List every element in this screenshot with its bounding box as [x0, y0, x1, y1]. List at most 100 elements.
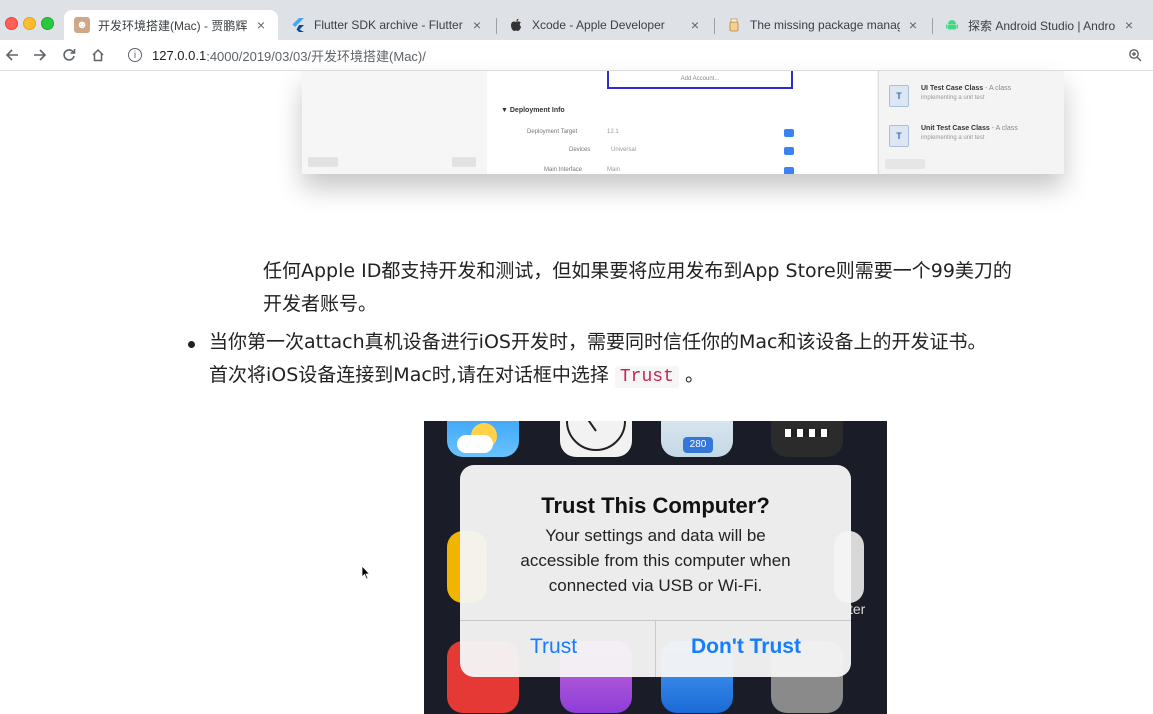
tab-separator [714, 18, 715, 34]
highway-badge: 280 [683, 437, 713, 453]
url-path: :4000/2019/03/03/开发环境搭建(Mac)/ [206, 48, 426, 64]
section-title: Deployment Info [509, 107, 565, 114]
blog-avatar-icon: ☻ [74, 17, 90, 33]
browser-toolbar: i 127.0.0.1:4000/2019/03/03/开发环境搭建(Mac)/ [0, 40, 1153, 71]
popup-icon [784, 167, 794, 174]
alert-title: Trust This Computer? [541, 493, 770, 518]
url-host: 127.0.0.1 [152, 47, 207, 63]
browser-tab-strip: ☻ 开发环境搭建(Mac) - 贾鹏辉的 × Flutter SDK archi… [0, 0, 1153, 40]
app-label-partial: ter [849, 601, 866, 617]
tab-close-icon[interactable]: × [906, 17, 920, 33]
window-close-button[interactable] [5, 17, 18, 30]
zoom-icon[interactable] [1125, 45, 1145, 65]
tab-homebrew[interactable]: The missing package manager × [716, 10, 930, 40]
row-label: Main Interface [544, 167, 583, 173]
ios-trust-screenshot: 280 ter Trust This Computer? Your settin… [424, 421, 887, 714]
row-label: Devices [569, 147, 591, 153]
list-item-line: 当你第一次attach真机设备进行iOS开发时，需要同时信任你的Mac和该设备上… [209, 331, 987, 353]
alert-message-line: accessible from this computer when [520, 551, 791, 570]
list-bullet [188, 341, 195, 348]
filter-buttons [452, 157, 476, 167]
tab-close-icon[interactable]: × [688, 17, 702, 33]
tab-title: 开发环境搭建(Mac) - 贾鹏辉的 [98, 18, 248, 33]
row-label: Deployment Target [527, 129, 578, 135]
weather-app-icon [447, 421, 519, 457]
window-minimize-button[interactable] [23, 17, 36, 30]
template-suffix: - A class [983, 85, 1012, 92]
template-desc: implementing a unit test [921, 95, 985, 101]
row-value: Universal [611, 147, 637, 153]
xcode-library-pane: T UI Test Case Class - A class implement… [878, 71, 1064, 174]
tab-title: Flutter SDK archive - Flutter [314, 18, 463, 32]
test-file-icon: T [889, 85, 909, 107]
trust-alert-dialog: Trust This Computer? Your settings and d… [460, 465, 851, 677]
list-item-text: 首次将iOS设备连接到Mac时,请在对话框中选择 [209, 364, 609, 386]
flutter-icon [290, 17, 306, 33]
tab-xcode[interactable]: Xcode - Apple Developer × [498, 10, 712, 40]
xcode-editor-pane: Add Account... ▼ Deployment Info Deploym… [487, 71, 877, 174]
row-value: 12.1 [607, 129, 619, 135]
trust-button[interactable]: Trust [530, 635, 577, 659]
template-suffix: - A class [989, 125, 1018, 132]
home-button[interactable] [87, 44, 109, 66]
alert-button-divider [655, 621, 656, 677]
row-value: Main [607, 167, 621, 173]
homebrew-icon [726, 17, 742, 33]
back-arrow-icon [5, 49, 18, 61]
template-desc: implementing a unit test [921, 135, 985, 141]
window-zoom-button[interactable] [41, 17, 54, 30]
videos-app-icon [771, 421, 843, 457]
paragraph-line: 开发者账号。 [263, 293, 378, 315]
clock-app-icon [560, 421, 632, 457]
site-info-icon[interactable]: i [128, 48, 142, 62]
forward-arrow-icon [34, 49, 47, 61]
alert-message-line: connected via USB or Wi-Fi. [548, 576, 763, 595]
home-icon [92, 48, 104, 62]
list-item-line: 首次将iOS设备连接到Mac时,请在对话框中选择 Trust 。 [209, 359, 1129, 394]
tab-title: Xcode - Apple Developer [532, 18, 665, 32]
tab-flutter[interactable]: Flutter SDK archive - Flutter × [280, 10, 494, 40]
back-button[interactable] [1, 44, 23, 66]
library-filter [885, 159, 925, 169]
stepper-icon [784, 129, 794, 137]
tab-blog[interactable]: ☻ 开发环境搭建(Mac) - 贾鹏辉的 × [64, 10, 278, 40]
page-content: Add Account... ▼ Deployment Info Deploym… [0, 71, 1153, 714]
template-name: Unit Test Case Class - A class [921, 125, 1018, 132]
tab-close-icon[interactable]: × [470, 17, 484, 33]
inline-code: Trust [614, 366, 679, 388]
test-file-icon: T [889, 125, 909, 147]
tab-title: 探索 Android Studio | Androi [968, 18, 1116, 33]
popup-icon [784, 147, 794, 155]
forward-button[interactable] [29, 44, 51, 66]
template-item: T Unit Test Case Class - A class impleme… [889, 119, 1059, 153]
tab-close-icon[interactable]: × [1122, 17, 1136, 33]
tab-android-studio[interactable]: 探索 Android Studio | Androi × [934, 10, 1146, 40]
add-account-highlight: Add Account... [607, 71, 793, 89]
apple-icon [508, 17, 524, 33]
paragraph-line: 任何Apple ID都支持开发和测试，但如果要将应用发布到App Store则需… [263, 260, 1012, 282]
xcode-navigator-pane [302, 71, 488, 174]
mouse-cursor-icon [361, 564, 371, 585]
android-icon [944, 17, 960, 33]
maps-app-icon: 280 [661, 421, 733, 457]
template-name: UI Test Case Class - A class [921, 85, 1011, 92]
reload-icon [63, 49, 76, 61]
template-item: T UI Test Case Class - A class implement… [889, 79, 1059, 113]
template-title: Unit Test Case Class [921, 125, 990, 132]
address-bar[interactable]: i 127.0.0.1:4000/2019/03/03/开发环境搭建(Mac)/ [120, 43, 1120, 67]
template-title: UI Test Case Class [921, 85, 984, 92]
list-item: 当你第一次attach真机设备进行iOS开发时，需要同时信任你的Mac和该设备上… [209, 326, 1129, 394]
tab-separator [496, 18, 497, 34]
dont-trust-button[interactable]: Don't Trust [691, 635, 801, 659]
xcode-screenshot-image: Add Account... ▼ Deployment Info Deploym… [302, 71, 1064, 174]
article-paragraph: 任何Apple ID都支持开发和测试，但如果要将应用发布到App Store则需… [263, 255, 1123, 321]
alert-message-line: Your settings and data will be [545, 526, 766, 545]
tab-separator [932, 18, 933, 34]
reload-button[interactable] [58, 44, 80, 66]
alert-message: Your settings and data will be accessibl… [475, 523, 836, 598]
list-item-text: 。 [684, 364, 704, 386]
tab-title: The missing package manager [750, 18, 900, 32]
filter-field [308, 157, 338, 167]
tab-close-icon[interactable]: × [254, 17, 268, 33]
section-header: ▼ Deployment Info [501, 107, 565, 114]
